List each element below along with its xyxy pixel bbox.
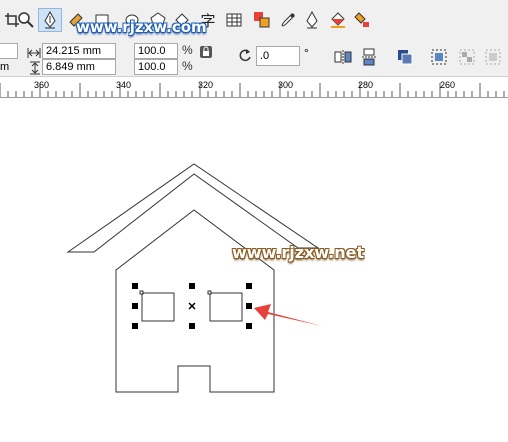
rotate-icon [236,46,254,64]
mirror-horizontal-icon[interactable] [332,46,354,68]
horizontal-ruler[interactable]: 360 340 320 300 280 260 [0,77,508,98]
rotation-field[interactable]: .0 [256,46,300,66]
scale-x-percent: % [182,43,193,57]
right-window [209,292,243,322]
scale-y-field[interactable]: 100.0 [134,59,178,75]
width-field[interactable]: 24.215 mm [42,43,116,59]
ruler-label: 360 [34,80,50,90]
x-position-field[interactable] [0,43,18,59]
table-icon[interactable] [222,8,246,32]
ruler-label: 340 [116,80,132,90]
ungroup-icon[interactable] [456,46,478,68]
drawing-canvas[interactable]: www.rjzxw.net [0,98,508,442]
ruler-label: 260 [440,80,456,90]
paint-bucket-icon[interactable] [326,8,350,32]
scale-y-percent: % [182,59,193,73]
degree-symbol: ° [304,46,309,60]
arrange-icon[interactable] [394,46,416,68]
eyedropper-icon[interactable] [276,8,300,32]
property-bar: m 24.215 mm 6.849 mm 100.0 % 100.0 % .0 … [0,40,508,77]
height-field[interactable]: 6.849 mm [42,59,116,75]
lock-ratio-icon[interactable] [196,42,216,62]
ruler-label: 320 [198,80,214,90]
watermark-text: www.rjzxw.com [76,18,207,36]
zoom-icon[interactable] [14,8,38,32]
ruler-label: 300 [278,80,294,90]
group-icon[interactable] [428,46,450,68]
scale-x-field[interactable]: 100.0 [134,43,178,59]
x-unit-label: m [0,61,10,73]
canvas-watermark-text: www.rjzxw.net [232,243,365,262]
pen-icon[interactable] [38,8,62,32]
outline-pen-icon[interactable] [300,8,324,32]
house-body-shape [115,209,275,393]
ruler-label: 280 [358,80,374,90]
interactive-fill-icon[interactable] [350,8,374,32]
mirror-vertical-icon[interactable] [358,46,380,68]
ungroup-all-icon[interactable] [482,46,504,68]
effects-icon[interactable] [250,8,274,32]
left-window [141,292,175,322]
toolbox-toolbar: 字 www.rjzxw.com [0,0,508,41]
